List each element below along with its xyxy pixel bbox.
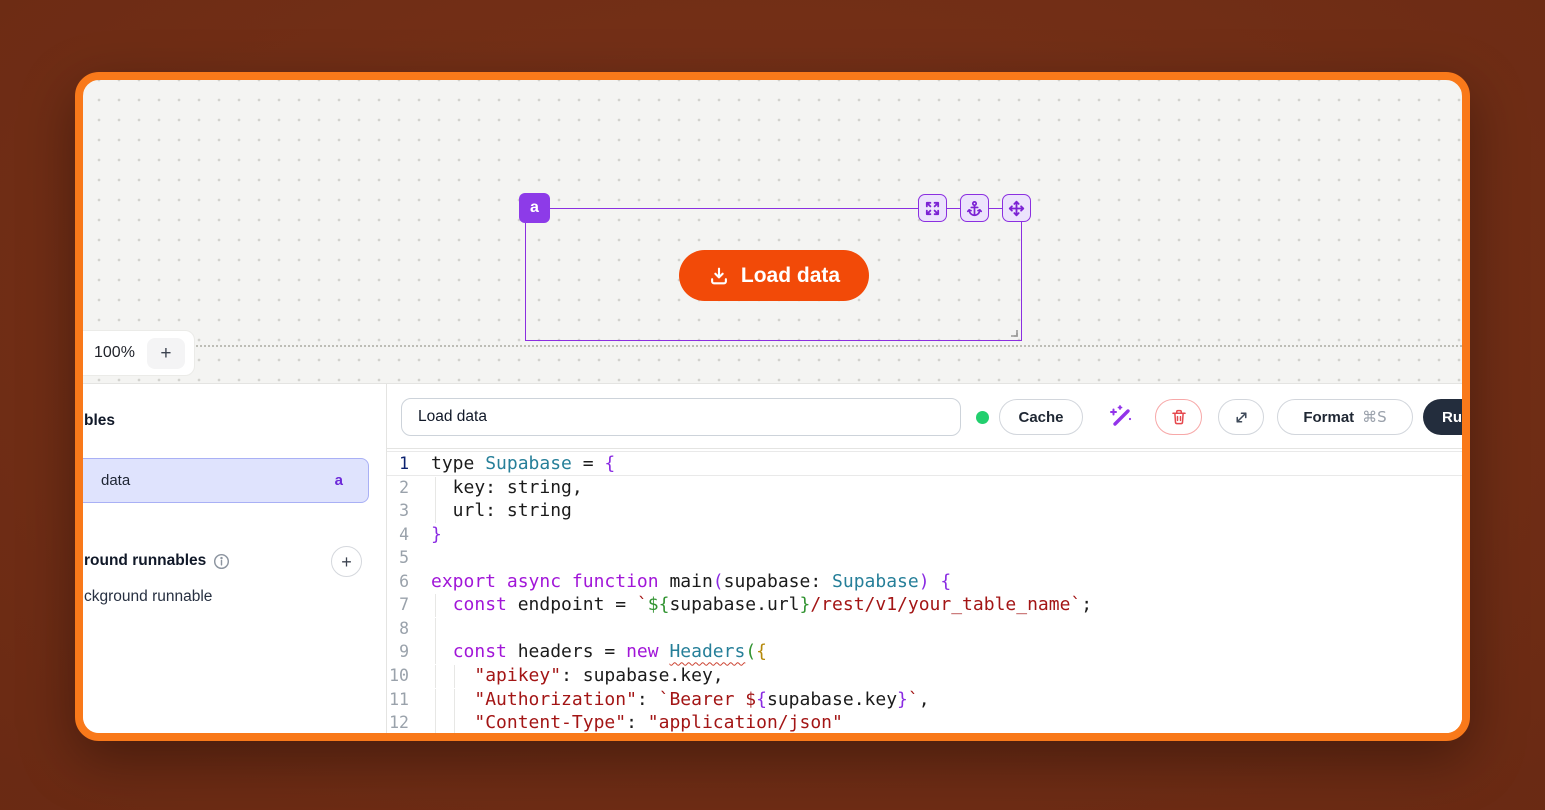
format-shortcut: ⌘S bbox=[1362, 408, 1387, 426]
delete-button[interactable] bbox=[1155, 399, 1202, 435]
zoom-level: 100% bbox=[94, 344, 135, 362]
selected-button-component[interactable]: a bbox=[525, 208, 1022, 341]
move-icon[interactable] bbox=[1002, 194, 1031, 222]
magic-wand-icon[interactable] bbox=[1106, 403, 1136, 431]
runnables-panel: bles data a round runnables + ckground r… bbox=[83, 384, 386, 733]
bottom-panels: bles data a round runnables + ckground r… bbox=[83, 383, 1462, 733]
expand-diagonal-icon bbox=[1233, 409, 1250, 426]
run-button[interactable]: Run bbox=[1423, 399, 1470, 435]
info-icon[interactable] bbox=[213, 553, 230, 570]
add-background-runnable-button[interactable]: + bbox=[331, 546, 362, 577]
format-label: Format bbox=[1303, 409, 1354, 426]
load-data-button-label: Load data bbox=[741, 264, 840, 288]
code-area[interactable]: 12345678910111213 type Supabase = { key:… bbox=[387, 449, 1462, 733]
component-toolbar bbox=[918, 194, 1031, 222]
anchor-icon[interactable] bbox=[960, 194, 989, 222]
resize-handle-icon[interactable] bbox=[1008, 327, 1018, 337]
app-canvas[interactable]: 100% + a bbox=[83, 80, 1462, 383]
runnable-name-input[interactable] bbox=[401, 398, 961, 436]
zoom-control: 100% + bbox=[75, 330, 195, 376]
trash-icon bbox=[1170, 408, 1188, 426]
background-runnable-item[interactable]: ckground runnable bbox=[84, 588, 212, 606]
load-data-button[interactable]: Load data bbox=[679, 250, 869, 301]
zoom-in-button[interactable]: + bbox=[147, 338, 185, 369]
component-id-badge: a bbox=[519, 193, 550, 223]
status-dot bbox=[976, 411, 989, 424]
editor-header: Cache bbox=[387, 384, 1462, 449]
runnable-item-label: data bbox=[75, 472, 130, 489]
cache-button[interactable]: Cache bbox=[999, 399, 1083, 435]
format-button[interactable]: Format ⌘S bbox=[1277, 399, 1413, 435]
canvas-boundary-line bbox=[83, 345, 1462, 347]
background-runnables-heading: round runnables bbox=[84, 552, 206, 570]
runnable-item-badge: a bbox=[335, 472, 368, 489]
background-runnables-header: round runnables bbox=[84, 552, 230, 570]
app-window: 100% + a bbox=[75, 72, 1470, 741]
expand-editor-button[interactable] bbox=[1218, 399, 1264, 435]
download-icon bbox=[708, 265, 730, 287]
code-editor-panel: Cache bbox=[386, 384, 1462, 733]
runnables-heading: bles bbox=[84, 412, 115, 430]
expand-icon[interactable] bbox=[918, 194, 947, 222]
runnable-item-selected[interactable]: data a bbox=[75, 458, 369, 503]
